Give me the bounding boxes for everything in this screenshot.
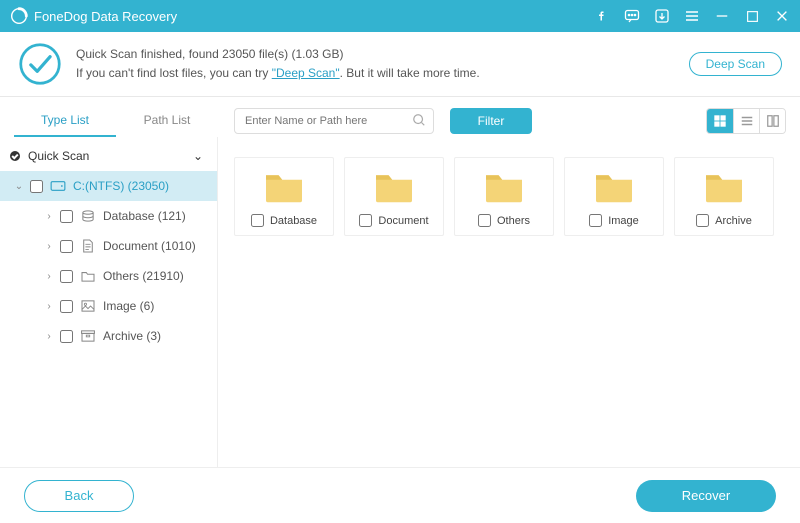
chevron-down-icon[interactable]: ⌄ [12,181,26,192]
chevron-right-icon[interactable]: › [42,271,56,282]
found-total-size: (1.03 GB) [291,47,343,61]
folder-tile[interactable]: Database [234,157,334,236]
chevron-right-icon[interactable]: › [42,301,56,312]
view-grid-icon[interactable] [707,109,733,133]
archive-icon [79,329,97,343]
view-list-icon[interactable] [733,109,759,133]
tree-item-checkbox[interactable] [60,330,73,343]
chevron-right-icon[interactable]: › [42,331,56,342]
success-check-icon [18,42,62,86]
scan-status-banner: Quick Scan finished, found 23050 file(s)… [0,32,800,97]
folder-grid: Database Document Others Image Archive [218,137,800,467]
database-icon [79,209,97,223]
tile-checkbox[interactable] [696,214,709,227]
tile-label: Others [497,215,530,227]
tile-label: Image [608,215,639,227]
recover-button[interactable]: Recover [636,480,776,512]
tree-drive-c[interactable]: ⌄ C:(NTFS) (23050) [0,171,217,201]
minimize-icon[interactable] [714,8,730,24]
tree-item-checkbox[interactable] [60,240,73,253]
title-bar: FoneDog Data Recovery [0,0,800,32]
close-icon[interactable] [774,8,790,24]
drive-checkbox[interactable] [30,180,43,193]
search-input[interactable] [234,108,434,134]
folder-tile[interactable]: Image [564,157,664,236]
tree-item-checkbox[interactable] [60,270,73,283]
deep-scan-button[interactable]: Deep Scan [689,52,782,76]
logo-icon [10,7,28,25]
search-icon[interactable] [412,113,426,127]
toolbar: Type List Path List Filter [0,97,800,137]
app-logo: FoneDog Data Recovery [10,7,177,25]
tree-item-label: Database (121) [103,209,209,223]
status-line-2: If you can't find lost files, you can tr… [76,64,689,83]
tile-checkbox[interactable] [589,214,602,227]
app-title: FoneDog Data Recovery [34,9,177,24]
chevron-right-icon[interactable]: › [42,211,56,222]
folder-tile[interactable]: Others [454,157,554,236]
feedback-icon[interactable] [624,8,640,24]
drive-icon [49,179,67,193]
footer-bar: Back Recover [0,467,800,523]
tree-item[interactable]: › Others (21910) [0,261,217,291]
tab-path-list[interactable]: Path List [116,105,218,137]
tree-item-label: Others (21910) [103,269,209,283]
filter-button[interactable]: Filter [450,108,532,134]
tree-item[interactable]: › Document (1010) [0,231,217,261]
folder-tile[interactable]: Document [344,157,444,236]
tile-label: Document [378,215,428,227]
tile-checkbox[interactable] [359,214,372,227]
tree-root-quick-scan[interactable]: Quick Scan ⌄ [0,141,217,171]
tile-label: Archive [715,215,752,227]
check-bullet-icon [10,151,20,161]
tile-label: Database [270,215,317,227]
view-detail-icon[interactable] [759,109,785,133]
tree-item-label: Document (1010) [103,239,209,253]
tile-checkbox[interactable] [251,214,264,227]
back-button[interactable]: Back [24,480,134,512]
found-file-count: 23050 [222,47,255,61]
tile-checkbox[interactable] [478,214,491,227]
tree-item-checkbox[interactable] [60,210,73,223]
tree-item-checkbox[interactable] [60,300,73,313]
maximize-icon[interactable] [744,8,760,24]
image-icon [79,299,97,313]
chevron-right-icon[interactable]: › [42,241,56,252]
tree-item-label: Archive (3) [103,329,209,343]
view-mode-toggle [706,108,786,134]
facebook-icon[interactable] [594,8,610,24]
folder-tile[interactable]: Archive [674,157,774,236]
document-icon [79,239,97,253]
folder-icon [79,269,97,283]
tab-type-list[interactable]: Type List [14,105,116,137]
tree-sidebar: Quick Scan ⌄ ⌄ C:(NTFS) (23050) › Databas… [0,137,218,467]
tree-item[interactable]: › Image (6) [0,291,217,321]
update-icon[interactable] [654,8,670,24]
menu-icon[interactable] [684,8,700,24]
tree-item[interactable]: › Database (121) [0,201,217,231]
chevron-down-icon[interactable]: ⌄ [193,149,209,163]
tree-item[interactable]: › Archive (3) [0,321,217,351]
search-box [234,108,434,134]
deep-scan-link[interactable]: "Deep Scan" [272,66,340,80]
tree-item-label: Image (6) [103,299,209,313]
status-line-1: Quick Scan finished, found 23050 file(s)… [76,45,689,64]
